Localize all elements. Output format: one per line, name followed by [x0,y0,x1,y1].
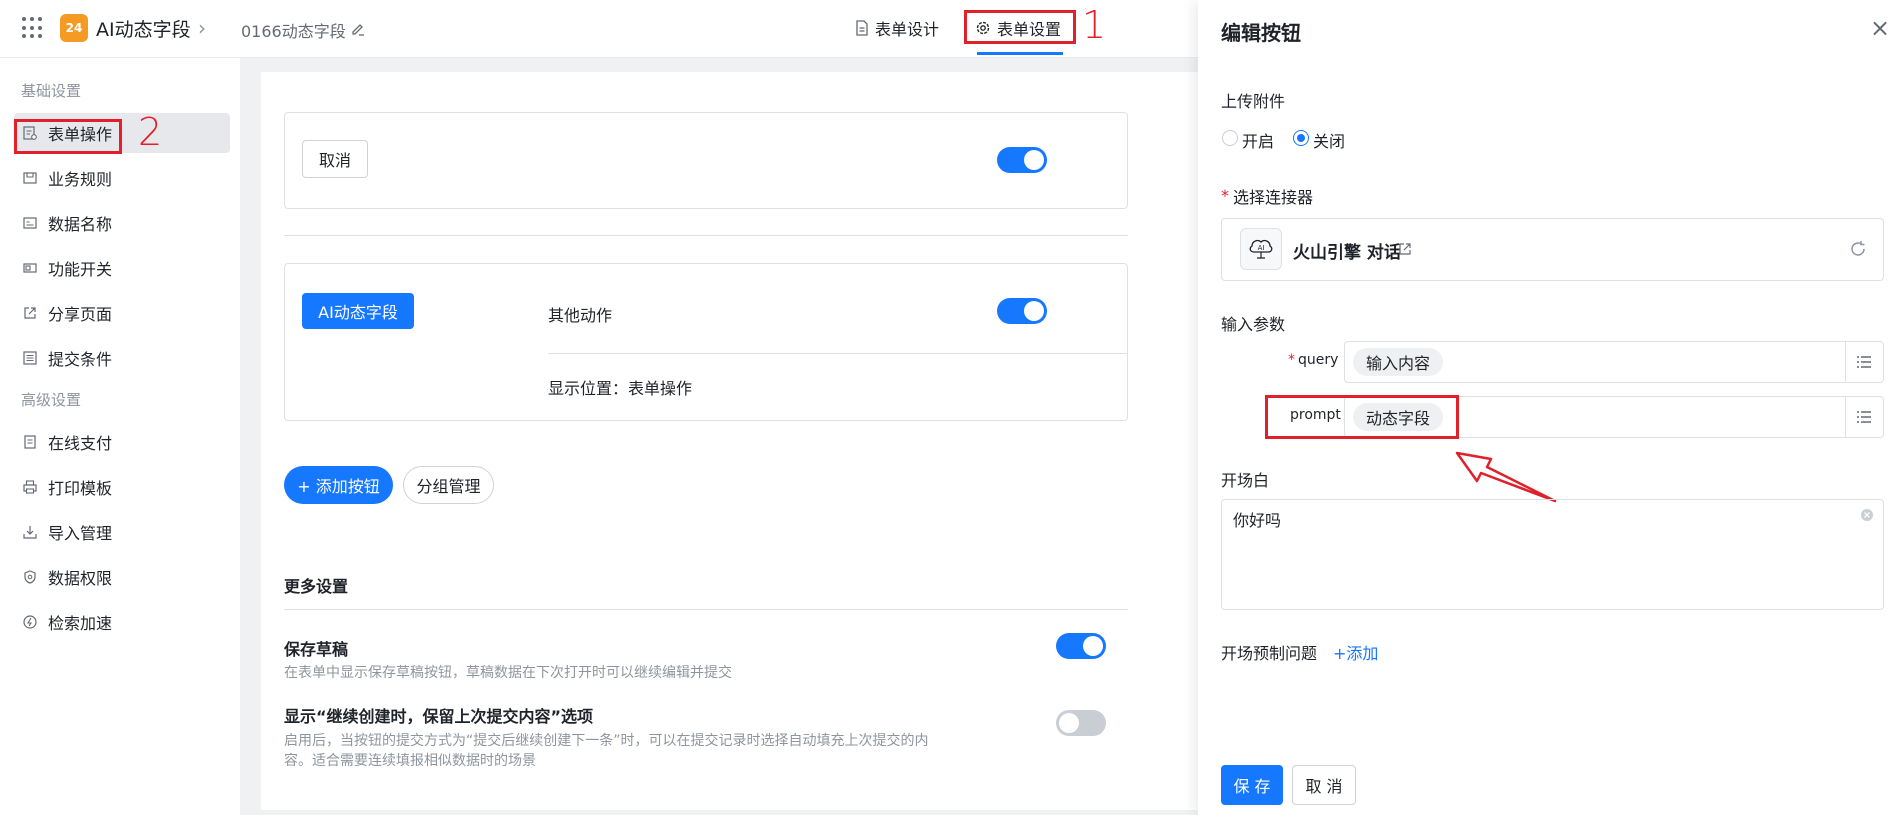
continue-create-description-line1: 启用后，当按钮的提交方式为“提交后继续创建下一条”时，可以在提交记录时选择自动填… [284,733,929,749]
group-manage-button[interactable]: 分组管理 [403,466,494,504]
preset-questions-label: 开场预制问题 [1221,644,1318,663]
cancel-button[interactable]: 取 消 [1292,765,1356,805]
sidebar-item-label: 提交条件 [48,350,113,369]
chevron-right-icon: › [198,16,206,40]
continue-create-toggle[interactable] [1056,710,1106,736]
app-name[interactable]: AI动态字段 [96,15,191,42]
opening-label: 开场白 [1221,471,1270,490]
opening-text: 你好吗 [1233,511,1282,530]
sidebar-item-label: 业务规则 [48,170,113,189]
group-title-basic: 基础设置 [21,82,82,100]
sidebar-item-label: 数据名称 [48,215,113,234]
add-preset-question-link[interactable]: +添加 [1333,640,1378,664]
save-button[interactable]: 保 存 [1221,765,1283,805]
group-title-advanced: 高级设置 [21,391,82,409]
sidebar-item-label: 在线支付 [48,434,113,453]
radio-on-label: 开启 [1242,132,1275,151]
active-tab-indicator [977,52,1063,55]
annotation-box-2 [14,119,122,154]
cancel-action-button[interactable]: 取消 [302,140,368,178]
shield-icon [24,570,36,584]
sidebar-item-label: 导入管理 [48,524,113,543]
sidebar-item-feature-switch[interactable]: 功能开关 [14,248,230,288]
annotation-number-2: 2 [138,110,163,154]
share-icon [24,307,36,319]
print-icon [23,480,37,494]
edit-icon[interactable] [350,20,366,36]
opening-textarea[interactable] [1221,499,1884,610]
connector-label: 选择连接器 [1233,188,1314,207]
sidebar-item-label: 打印模板 [48,479,113,498]
business-rule-icon [23,172,37,184]
ai-dynamic-field-button[interactable]: AI动态字段 [302,293,414,329]
toggle-icon [23,263,37,273]
sidebar-item-data-permission[interactable]: 数据权限 [14,557,230,597]
continue-create-title: 显示“继续创建时，保留上次提交内容”选项 [284,707,594,726]
payment-icon [24,435,36,449]
param-list-button-query[interactable] [1845,341,1884,383]
sidebar: 基础设置 表单操作 业务规则 数据名称 功能开关 分享页面 提交条件 高级设置 … [0,58,240,815]
annotation-box-1 [964,10,1076,44]
sidebar-item-label: 功能开关 [48,260,113,279]
panel-title: 编辑按钮 [1221,21,1301,45]
radio-off-label: 关闭 [1313,132,1346,151]
sidebar-item-label: 检索加速 [48,614,113,633]
data-name-icon [23,217,37,229]
document-icon [856,20,868,36]
sidebar-item-import-manage[interactable]: 导入管理 [14,512,230,552]
sidebar-item-print-template[interactable]: 打印模板 [14,467,230,507]
required-mark-query: * [1288,352,1295,368]
refresh-icon[interactable] [1848,239,1868,259]
display-position-text: 显示位置：表单操作 [548,379,693,398]
speed-icon [23,615,37,629]
external-link-icon[interactable] [1398,242,1412,256]
list-menu-icon [1857,411,1871,423]
list-icon [23,351,37,365]
tab-form-design[interactable]: 表单设计 [855,16,939,40]
app-logo: 24 [60,14,88,42]
svg-text:AI: AI [1258,244,1265,252]
radio-upload-on[interactable] [1222,130,1238,146]
list-menu-icon [1857,356,1871,368]
save-draft-description: 在表单中显示保存草稿按钮，草稿数据在下次打开时可以继续编辑并提交 [284,665,732,681]
more-settings-divider [284,609,1128,610]
annotation-box-prompt [1265,395,1459,439]
sidebar-item-online-payment[interactable]: 在线支付 [14,422,230,462]
annotation-arrow-icon [1455,451,1557,503]
clear-icon[interactable] [1860,508,1874,522]
input-params-label: 输入参数 [1221,315,1286,334]
section-divider [284,235,1128,236]
tab-label: 表单设计 [875,20,940,39]
form-name: 0166动态字段 [241,22,346,41]
required-mark: * [1221,186,1229,205]
radio-upload-off[interactable] [1293,130,1309,146]
param-list-button-prompt[interactable] [1845,396,1884,438]
add-button[interactable]: + 添加按钮 [284,466,393,504]
cancel-button-toggle[interactable] [997,147,1047,173]
button-card-ai [284,263,1128,421]
connector-name: 火山引擎 对话 [1293,243,1401,263]
ai-connector-icon: AI [1240,228,1282,270]
param-chip-query[interactable]: 输入内容 [1353,348,1444,376]
sidebar-item-search-acceleration[interactable]: 检索加速 [14,602,230,642]
save-draft-toggle[interactable] [1056,633,1106,659]
upload-attachment-label: 上传附件 [1221,92,1286,111]
card-inner-divider [548,353,1128,354]
save-draft-title: 保存草稿 [284,640,349,659]
other-actions-label: 其他动作 [548,306,613,325]
sidebar-item-label: 分享页面 [48,305,113,324]
sidebar-item-business-rules[interactable]: 业务规则 [14,158,230,198]
sidebar-item-submit-conditions[interactable]: 提交条件 [14,338,230,378]
close-icon[interactable]: × [1870,14,1890,42]
annotation-number-1: 1 [1082,3,1107,47]
param-name-query: query [1298,352,1339,368]
import-icon [23,526,37,539]
sidebar-item-share-page[interactable]: 分享页面 [14,293,230,333]
continue-create-description-line2: 容。适合需要连续填报相似数据时的场景 [284,753,536,769]
ai-button-toggle[interactable] [997,298,1047,324]
app-grid-icon[interactable] [22,17,44,39]
sidebar-item-data-name[interactable]: 数据名称 [14,203,230,243]
more-settings-title: 更多设置 [284,577,349,596]
sidebar-item-label: 数据权限 [48,569,113,588]
